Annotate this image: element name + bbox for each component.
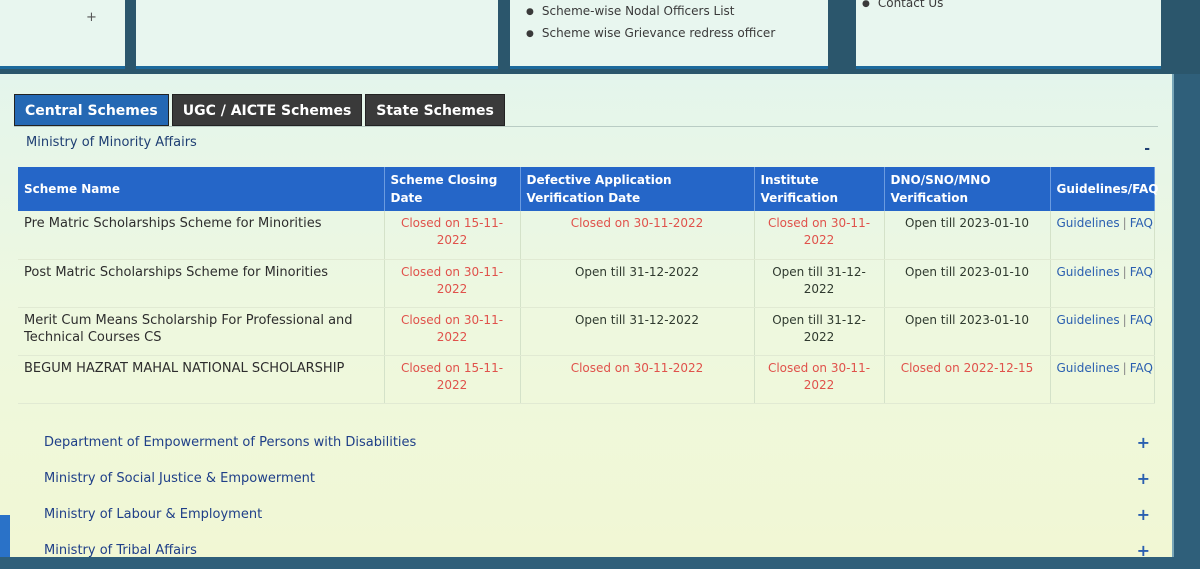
dept-tribal-affairs[interactable]: Ministry of Tribal Affairs + [44, 533, 1150, 569]
expand-plus-icon[interactable]: + [1137, 461, 1150, 497]
link-separator: | [1122, 216, 1127, 230]
header-scheme-name: Scheme Name [18, 167, 385, 211]
department-list: Department of Empowerment of Persons wit… [44, 425, 1150, 569]
scheme-name: Merit Cum Means Scholarship For Professi… [18, 307, 385, 356]
link-separator: | [1122, 312, 1127, 327]
bullet-icon: ● [862, 0, 870, 9]
expand-plus-icon[interactable]: + [1137, 533, 1150, 569]
header-defective-verification: Defective Application Verification Date [520, 167, 755, 211]
table-row: Pre Matric Scholarships Scheme for Minor… [18, 211, 1155, 260]
info-card-3: ● Scheme-wise Nodal Officers List ● Scheme… [510, 0, 828, 69]
section-title[interactable]: Ministry of Minority Affairs [26, 135, 197, 150]
dept-labour-employment[interactable]: Ministry of Labour & Employment + [44, 497, 1150, 533]
info-card-2 [136, 0, 498, 69]
defective-verification-status: Closed on 30-11-2022 [520, 355, 755, 404]
table-row: Post Matric Scholarships Scheme for Mino… [18, 259, 1155, 308]
closing-date-status: Closed on 30-11-2022 [384, 307, 521, 356]
defective-verification-status: Closed on 30-11-2022 [520, 211, 755, 260]
guidelines-faq-cell: Guidelines | FAQ [1050, 355, 1155, 404]
faq-link[interactable]: FAQ [1130, 313, 1153, 327]
expand-plus-icon[interactable]: + [86, 10, 97, 25]
faq-link[interactable]: FAQ [1130, 265, 1153, 279]
guidelines-link[interactable]: Guidelines [1057, 265, 1120, 279]
dept-label: Ministry of Labour & Employment [44, 507, 263, 522]
header-closing-date: Scheme Closing Date [384, 167, 521, 211]
header-dno-verification: DNO/SNO/MNO Verification [884, 167, 1051, 211]
guidelines-faq-cell: Guidelines | FAQ [1050, 211, 1155, 260]
faq-link[interactable]: FAQ [1130, 361, 1153, 375]
dno-verification-status: Open till 2023-01-10 [884, 307, 1051, 356]
bullet-icon: ● [526, 6, 534, 17]
tab-central-schemes[interactable]: Central Schemes [14, 94, 169, 126]
faq-link[interactable]: FAQ [1130, 216, 1153, 230]
defective-verification-status: Open till 31-12-2022 [520, 307, 755, 356]
table-header-row: Scheme Name Scheme Closing Date Defectiv… [18, 167, 1158, 211]
contact-us-link[interactable]: ● Contact Us [862, 0, 943, 10]
dno-verification-status: Open till 2023-01-10 [884, 259, 1051, 308]
closing-date-status: Closed on 30-11-2022 [384, 259, 521, 308]
table-row: Merit Cum Means Scholarship For Professi… [18, 307, 1155, 356]
tab-ugc-aicte-schemes[interactable]: UGC / AICTE Schemes [171, 94, 363, 126]
header-institute-verification: Institute Verification [754, 167, 885, 211]
institute-verification-status: Closed on 30-11-2022 [754, 211, 885, 260]
schemes-panel: Central Schemes UGC / AICTE Schemes Stat… [0, 74, 1174, 560]
nodal-officers-link[interactable]: ● Scheme-wise Nodal Officers List [526, 4, 828, 18]
closing-date-status: Closed on 15-11-2022 [384, 355, 521, 404]
guidelines-link[interactable]: Guidelines [1057, 216, 1120, 230]
dept-social-justice[interactable]: Ministry of Social Justice & Empowerment… [44, 461, 1150, 497]
dept-label: Department of Empowerment of Persons wit… [44, 435, 417, 450]
link-separator: | [1122, 264, 1127, 279]
info-card-1: + [0, 0, 125, 69]
scheme-tabs: Central Schemes UGC / AICTE Schemes Stat… [14, 94, 505, 126]
guidelines-link[interactable]: Guidelines [1057, 361, 1120, 375]
dept-empowerment-disabilities[interactable]: Department of Empowerment of Persons wit… [44, 425, 1150, 461]
defective-verification-status: Open till 31-12-2022 [520, 259, 755, 308]
dept-label: Ministry of Social Justice & Empowerment [44, 471, 315, 486]
guidelines-faq-cell: Guidelines | FAQ [1050, 307, 1155, 356]
scheme-name: BEGUM HAZRAT MAHAL NATIONAL SCHOLARSHIP [18, 355, 385, 404]
institute-verification-status: Open till 31-12-2022 [754, 259, 885, 308]
scheme-name: Post Matric Scholarships Scheme for Mino… [18, 259, 385, 308]
tab-state-schemes[interactable]: State Schemes [365, 94, 505, 126]
table-row: BEGUM HAZRAT MAHAL NATIONAL SCHOLARSHIP … [18, 355, 1155, 404]
dno-verification-status: Closed on 2022-12-15 [884, 355, 1051, 404]
collapse-minus-icon[interactable]: - [1144, 141, 1150, 157]
scheme-name: Pre Matric Scholarships Scheme for Minor… [18, 211, 385, 260]
top-strip: + ● Scheme-wise Nodal Officers List ● Sche… [0, 0, 1200, 74]
guidelines-link[interactable]: Guidelines [1057, 313, 1120, 327]
tab-content: Ministry of Minority Affairs - Scheme Na… [14, 126, 1158, 560]
institute-verification-status: Open till 31-12-2022 [754, 307, 885, 356]
header-guidelines-faq: Guidelines/FAQ [1050, 167, 1158, 211]
dept-label: Ministry of Tribal Affairs [44, 543, 197, 558]
link-separator: | [1122, 360, 1127, 375]
guidelines-faq-cell: Guidelines | FAQ [1050, 259, 1155, 308]
closing-date-status: Closed on 15-11-2022 [384, 211, 521, 260]
expand-plus-icon[interactable]: + [1137, 425, 1150, 461]
institute-verification-status: Closed on 30-11-2022 [754, 355, 885, 404]
bullet-icon: ● [526, 28, 534, 39]
left-edge-tab [0, 515, 10, 557]
grievance-officer-link[interactable]: ● Scheme wise Grievance redress officer [526, 26, 828, 40]
dno-verification-status: Open till 2023-01-10 [884, 211, 1051, 260]
expand-plus-icon[interactable]: + [1137, 497, 1150, 533]
info-card-4: ● Contact Us [856, 0, 1161, 69]
schemes-table: Scheme Name Scheme Closing Date Defectiv… [18, 167, 1158, 404]
